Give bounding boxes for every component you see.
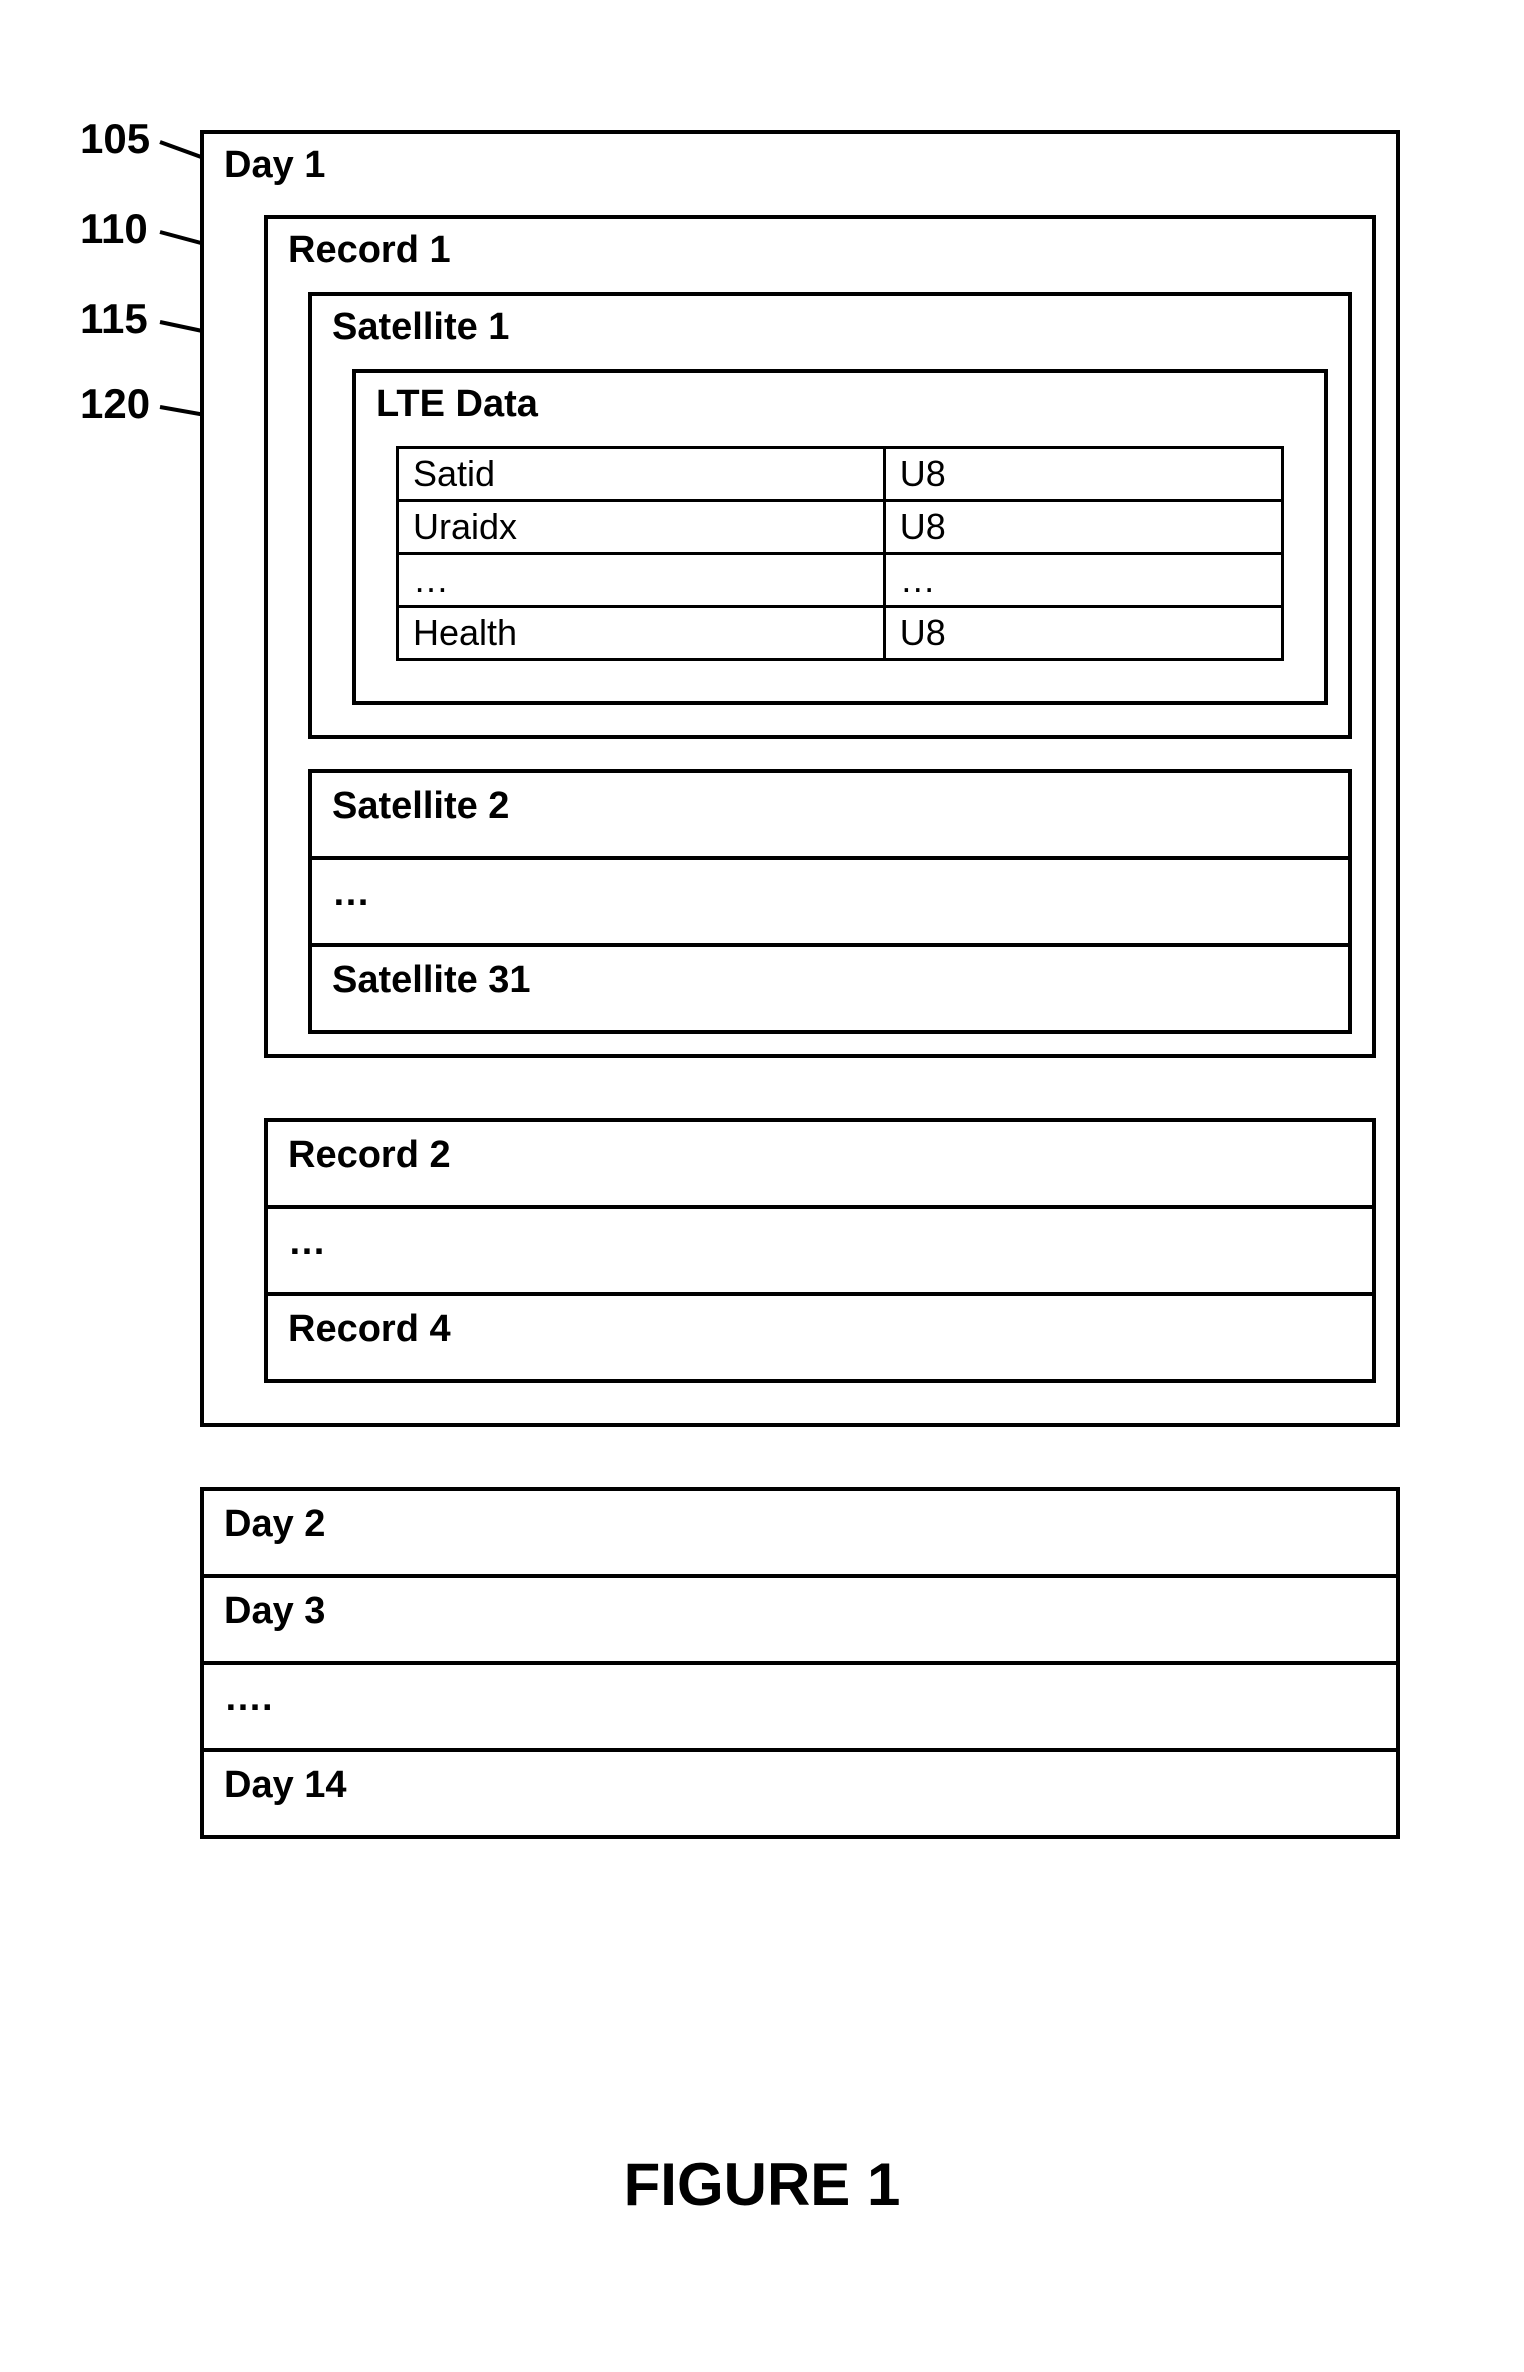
day-row: …. [200, 1661, 1400, 1748]
day-1-box: Day 1 Record 1 Satellite 1 LTE Data Sati… [200, 130, 1400, 1427]
satellite-row: Satellite 2 [308, 769, 1352, 856]
record-1-label: Record 1 [288, 229, 451, 271]
satellite-row: Satellite 31 [308, 943, 1352, 1034]
field-name-cell: Health [398, 607, 885, 660]
record-row: Record 4 [264, 1292, 1376, 1383]
records-rest: Record 2…Record 4 [264, 1118, 1376, 1383]
diagram-root: Day 1 Record 1 Satellite 1 LTE Data Sati… [200, 130, 1400, 1839]
figure-page: 105 110 115 120 Day 1 Record 1 Satellite… [0, 0, 1524, 2372]
table-row: SatidU8 [398, 448, 1283, 501]
lte-data-table: SatidU8UraidxU8……HealthU8 [396, 446, 1284, 661]
field-name-cell: Satid [398, 448, 885, 501]
satellite-1-box: Satellite 1 LTE Data SatidU8UraidxU8……He… [308, 292, 1352, 739]
field-name-cell: Uraidx [398, 501, 885, 554]
satellites-rest: Satellite 2…Satellite 31 [308, 769, 1352, 1034]
day-row: Day 14 [200, 1748, 1400, 1839]
lte-data-label: LTE Data [376, 383, 538, 425]
record-row: Record 2 [264, 1118, 1376, 1205]
satellite-1-label: Satellite 1 [332, 306, 509, 348]
field-type-cell: U8 [884, 607, 1282, 660]
ref-110: 110 [80, 205, 148, 253]
table-row: UraidxU8 [398, 501, 1283, 554]
ref-120: 120 [80, 380, 150, 428]
table-row: HealthU8 [398, 607, 1283, 660]
field-type-cell: U8 [884, 501, 1282, 554]
days-rest: Day 2Day 3….Day 14 [200, 1487, 1400, 1839]
record-1-box: Record 1 Satellite 1 LTE Data SatidU8Ura… [264, 215, 1376, 1058]
ref-115: 115 [80, 295, 148, 343]
field-type-cell: … [884, 554, 1282, 607]
record-row: … [264, 1205, 1376, 1292]
field-name-cell: … [398, 554, 885, 607]
field-type-cell: U8 [884, 448, 1282, 501]
ref-105: 105 [80, 115, 150, 163]
lte-data-box: LTE Data SatidU8UraidxU8……HealthU8 [352, 369, 1328, 705]
day-1-label: Day 1 [224, 144, 1376, 195]
day-row: Day 3 [200, 1574, 1400, 1661]
figure-caption: FIGURE 1 [0, 2150, 1524, 2219]
day-row: Day 2 [200, 1487, 1400, 1574]
satellite-row: … [308, 856, 1352, 943]
table-row: …… [398, 554, 1283, 607]
